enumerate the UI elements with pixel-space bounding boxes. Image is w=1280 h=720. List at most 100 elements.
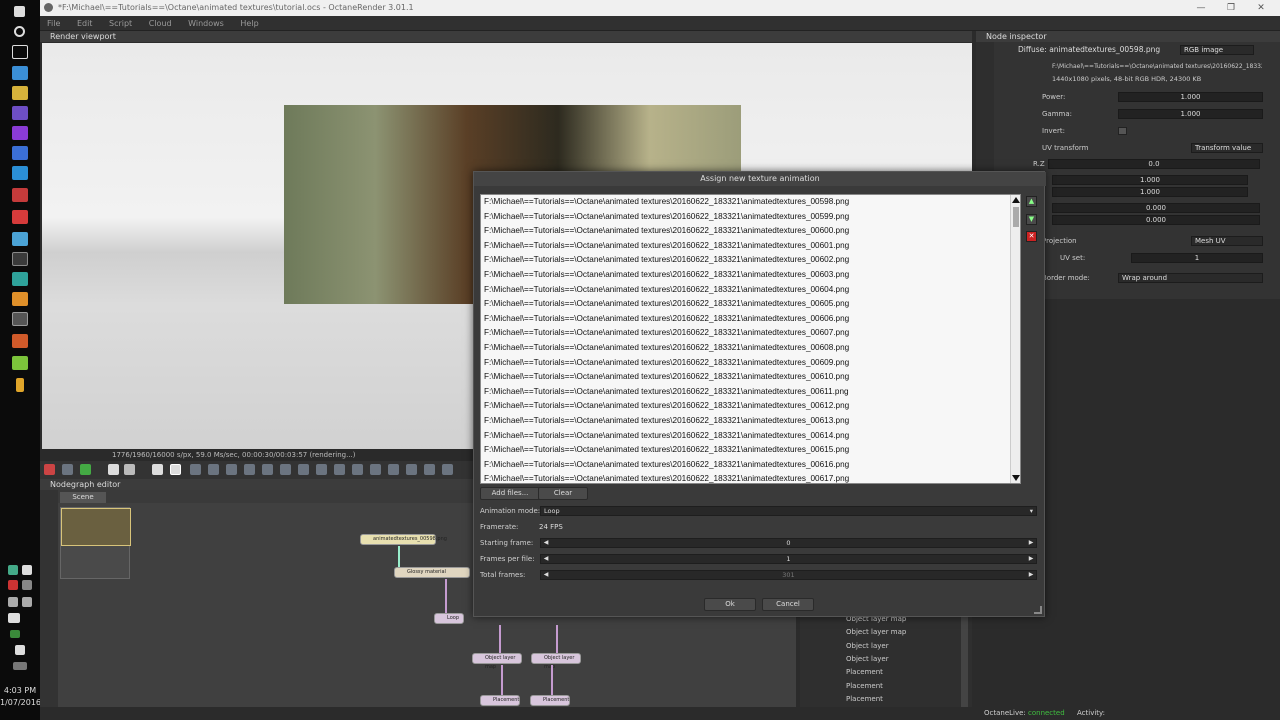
file-list-item[interactable]: F:\Michael\==Tutorials==\Octane\animated… bbox=[481, 195, 1020, 210]
taskbar-app-icon[interactable] bbox=[12, 356, 28, 370]
taskbar-app-icon[interactable] bbox=[12, 312, 28, 326]
file-list-item[interactable]: F:\Michael\==Tutorials==\Octane\animated… bbox=[481, 356, 1020, 371]
toolbar-icon[interactable] bbox=[334, 464, 345, 475]
task-view-icon[interactable] bbox=[12, 45, 28, 59]
taskbar-app-icon[interactable] bbox=[12, 334, 28, 348]
menu-script[interactable]: Script bbox=[102, 16, 139, 31]
uv-transform-label[interactable]: UV transform bbox=[1016, 144, 1088, 152]
cancel-button[interactable]: Cancel bbox=[762, 598, 814, 611]
node-placement[interactable]: Placement bbox=[480, 695, 520, 706]
tray-icon[interactable] bbox=[8, 597, 18, 607]
file-list-item[interactable]: F:\Michael\==Tutorials==\Octane\animated… bbox=[481, 268, 1020, 283]
taskbar-app-icon[interactable] bbox=[12, 86, 28, 100]
tab-scene[interactable]: Scene bbox=[60, 492, 106, 503]
menu-edit[interactable]: Edit bbox=[70, 16, 100, 31]
outliner-item[interactable]: Placement bbox=[820, 693, 883, 705]
toolbar-icon[interactable] bbox=[370, 464, 381, 475]
toolbar-icon[interactable] bbox=[244, 464, 255, 475]
uv-set-slider[interactable]: 1 bbox=[1131, 253, 1263, 263]
maximize-button[interactable]: ❐ bbox=[1216, 0, 1246, 16]
add-files-button[interactable]: Add files... bbox=[480, 487, 540, 500]
gamma-slider[interactable]: 1.000 bbox=[1118, 109, 1263, 119]
file-list-item[interactable]: F:\Michael\==Tutorials==\Octane\animated… bbox=[481, 224, 1020, 239]
toolbar-icon[interactable] bbox=[352, 464, 363, 475]
invert-checkbox[interactable] bbox=[1118, 127, 1127, 135]
windows-start-icon[interactable] bbox=[14, 6, 25, 17]
tray-icon[interactable] bbox=[10, 630, 20, 638]
file-list-item[interactable]: F:\Michael\==Tutorials==\Octane\animated… bbox=[481, 239, 1020, 254]
starting-frame-slider[interactable]: ◀ 0 ▶ bbox=[540, 538, 1037, 548]
file-list-item[interactable]: F:\Michael\==Tutorials==\Octane\animated… bbox=[481, 312, 1020, 327]
taskbar-date[interactable]: 1/07/2016 bbox=[0, 698, 41, 707]
outliner-item[interactable]: Placement bbox=[820, 666, 883, 678]
file-list[interactable]: F:\Michael\==Tutorials==\Octane\animated… bbox=[480, 194, 1021, 484]
file-list-item[interactable]: F:\Michael\==Tutorials==\Octane\animated… bbox=[481, 399, 1020, 414]
taskbar-app-icon[interactable] bbox=[12, 292, 28, 306]
minimize-button[interactable]: — bbox=[1186, 0, 1216, 16]
toolbar-icon[interactable] bbox=[298, 464, 309, 475]
translate-x-slider[interactable]: 0.000 bbox=[1052, 203, 1260, 213]
file-list-item[interactable]: F:\Michael\==Tutorials==\Octane\animated… bbox=[481, 297, 1020, 312]
outliner-item[interactable]: Placement bbox=[820, 680, 883, 692]
remove-file-button[interactable]: ✕ bbox=[1026, 231, 1037, 242]
scroll-thumb[interactable] bbox=[1013, 207, 1019, 227]
menu-help[interactable]: Help bbox=[233, 16, 265, 31]
file-list-item[interactable]: F:\Michael\==Tutorials==\Octane\animated… bbox=[481, 253, 1020, 268]
file-list-item[interactable]: F:\Michael\==Tutorials==\Octane\animated… bbox=[481, 370, 1020, 385]
scale-y-slider[interactable]: 1.000 bbox=[1052, 187, 1248, 197]
keyboard-icon[interactable] bbox=[13, 662, 27, 670]
decrement-icon[interactable]: ◀ bbox=[542, 539, 550, 547]
rewind-icon[interactable] bbox=[124, 464, 135, 475]
scroll-up-icon[interactable] bbox=[1012, 197, 1020, 203]
search-icon[interactable] bbox=[14, 26, 25, 37]
node-loop[interactable]: Loop bbox=[434, 613, 464, 624]
taskbar-app-icon[interactable] bbox=[12, 188, 28, 202]
clear-button[interactable]: Clear bbox=[538, 487, 588, 500]
move-down-button[interactable]: ▼ bbox=[1026, 214, 1037, 225]
notification-icon[interactable] bbox=[15, 645, 25, 655]
border-mode-dropdown[interactable]: Wrap around bbox=[1118, 273, 1263, 283]
outliner-item[interactable]: Object layer bbox=[820, 653, 889, 665]
reset-camera-icon[interactable] bbox=[44, 464, 55, 475]
stop-icon[interactable] bbox=[108, 464, 119, 475]
file-list-item[interactable]: F:\Michael\==Tutorials==\Octane\animated… bbox=[481, 385, 1020, 400]
nodegraph-minimap[interactable] bbox=[60, 507, 131, 579]
color-picker-icon[interactable] bbox=[80, 464, 91, 475]
node-texture[interactable]: animatedtextures_00598.png bbox=[360, 534, 447, 545]
toolbar-icon[interactable] bbox=[442, 464, 453, 475]
rz-slider[interactable]: 0.0 bbox=[1048, 159, 1260, 169]
decrement-icon[interactable]: ◀ bbox=[542, 555, 550, 563]
taskbar-app-icon[interactable] bbox=[12, 272, 28, 286]
taskbar-time[interactable]: 4:03 PM bbox=[0, 686, 40, 695]
taskbar-app-icon[interactable] bbox=[12, 252, 28, 266]
taskbar-app-icon[interactable] bbox=[16, 378, 24, 392]
menu-cloud[interactable]: Cloud bbox=[142, 16, 179, 31]
outliner-scrollbar[interactable] bbox=[961, 617, 968, 707]
increment-icon[interactable]: ▶ bbox=[1027, 539, 1035, 547]
file-list-item[interactable]: F:\Michael\==Tutorials==\Octane\animated… bbox=[481, 414, 1020, 429]
render-region-icon[interactable] bbox=[190, 464, 201, 475]
file-list-item[interactable]: F:\Michael\==Tutorials==\Octane\animated… bbox=[481, 210, 1020, 225]
projection-dropdown[interactable]: Mesh UV bbox=[1191, 236, 1263, 246]
camera-icon[interactable] bbox=[62, 464, 73, 475]
ok-button[interactable]: Ok bbox=[704, 598, 756, 611]
outliner-item[interactable]: Object layer bbox=[820, 640, 889, 652]
toolbar-icon[interactable] bbox=[226, 464, 237, 475]
resize-grip-icon[interactable] bbox=[1034, 606, 1042, 614]
frames-per-file-slider[interactable]: ◀ 1 ▶ bbox=[540, 554, 1037, 564]
taskbar-app-icon[interactable] bbox=[12, 106, 28, 120]
node-type-dropdown[interactable]: RGB image bbox=[1180, 45, 1254, 55]
taskbar-app-icon[interactable] bbox=[12, 66, 28, 80]
pause-icon[interactable] bbox=[152, 464, 163, 475]
move-up-button[interactable]: ▲ bbox=[1026, 196, 1037, 207]
node-glossy-material[interactable]: Glossy material bbox=[394, 567, 470, 578]
toolbar-icon[interactable] bbox=[208, 464, 219, 475]
file-list-scrollbar[interactable] bbox=[1010, 195, 1020, 483]
tray-icon[interactable] bbox=[8, 580, 18, 590]
animation-mode-dropdown[interactable]: Loop ▾ bbox=[540, 506, 1037, 516]
taskbar-app-icon[interactable] bbox=[12, 166, 28, 180]
zoom-icon[interactable] bbox=[316, 464, 327, 475]
file-list-item[interactable]: F:\Michael\==Tutorials==\Octane\animated… bbox=[481, 326, 1020, 341]
tray-icon[interactable] bbox=[22, 565, 32, 575]
tray-icon[interactable] bbox=[22, 597, 32, 607]
